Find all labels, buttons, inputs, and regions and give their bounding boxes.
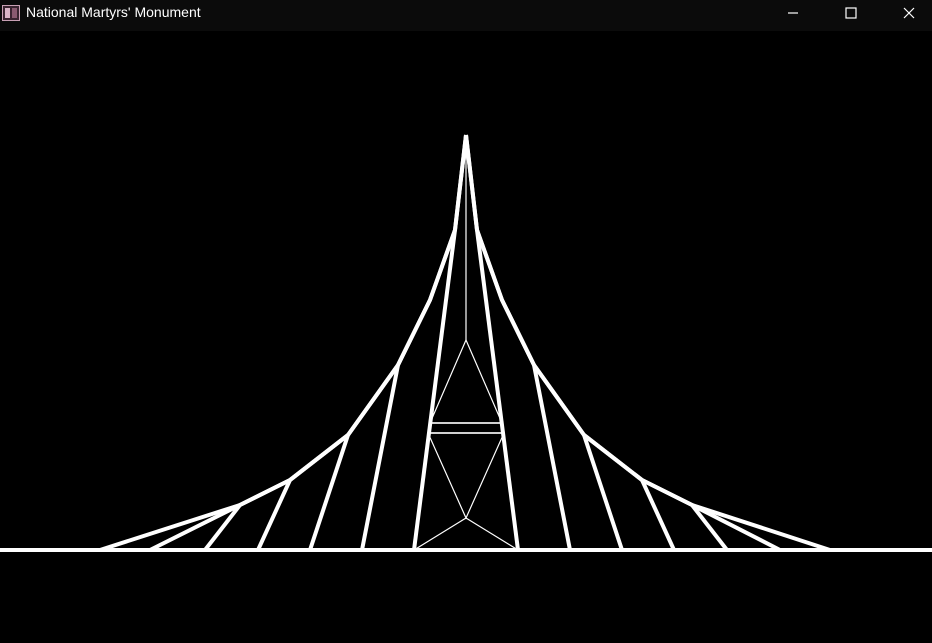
left-wing-4 bbox=[203, 433, 350, 552]
app-window-icon bbox=[2, 5, 20, 21]
left-wing-1 bbox=[360, 134, 468, 551]
lower-inner-triangle bbox=[427, 432, 505, 520]
right-wing-1 bbox=[464, 134, 572, 551]
right-wing-3 bbox=[532, 363, 676, 551]
app-window: National Martyrs' Monument bbox=[0, 0, 932, 643]
right-wing-4 bbox=[582, 433, 729, 552]
left-wing-3 bbox=[256, 363, 400, 551]
window-title: National Martyrs' Monument bbox=[26, 4, 201, 20]
base-right-tie bbox=[465, 517, 519, 551]
spire-right-lower bbox=[475, 229, 520, 551]
right-wing-6 bbox=[691, 503, 831, 552]
right-wing-5 bbox=[641, 478, 781, 552]
drawing-canvas bbox=[0, 31, 932, 643]
maximize-button[interactable] bbox=[823, 0, 879, 25]
spire-left-lower bbox=[412, 229, 457, 551]
base-left-tie bbox=[413, 517, 467, 551]
maximize-icon bbox=[845, 6, 857, 19]
close-icon bbox=[903, 7, 915, 18]
left-wing-5 bbox=[149, 478, 291, 552]
minimize-button[interactable] bbox=[765, 0, 821, 25]
close-button[interactable] bbox=[881, 0, 932, 25]
minimize-icon bbox=[788, 11, 798, 14]
title-bar[interactable]: National Martyrs' Monument bbox=[0, 0, 932, 31]
left-wing-6 bbox=[99, 503, 241, 552]
